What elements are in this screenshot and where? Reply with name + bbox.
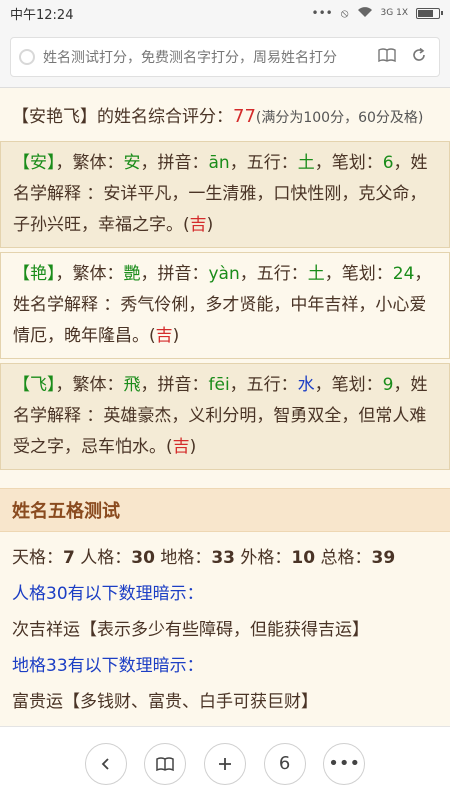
char-pinyin: fēi — [208, 375, 230, 395]
back-icon — [101, 757, 109, 770]
label-wuxing: ，五行： — [239, 264, 308, 284]
page-content: 【安艳飞】的姓名综合评分：77(满分为100分，60分及格) 【安】，繁体：安，… — [0, 88, 450, 726]
status-icons: ••• ⦸ 3G 1X — [311, 5, 443, 21]
address-bar: 姓名测试打分，免费测名字打分，周易姓名打分 — [0, 26, 450, 88]
char-ji: 吉 — [155, 326, 173, 346]
label-wuxing: ，五行： — [229, 375, 298, 395]
ji-open: ( — [166, 437, 173, 457]
char-card-1: 【安】，繁体：安，拼音：ān，五行：土，笔划：6，姓名学解释 ：安详平凡，一生清… — [0, 141, 450, 248]
bookmarks-button[interactable] — [144, 742, 187, 785]
wuge-section: 天格：7 人格：30 地格：33 外格：10 总格：39 人格30有以下数理暗示… — [0, 532, 450, 726]
char-name: 【艳】 — [13, 264, 56, 284]
char-wuxing: 水 — [297, 375, 315, 395]
label-bihua: ，笔划： — [314, 375, 383, 395]
char-card-3: 【飞】，繁体：飛，拼音：fēi，五行：水，笔划：9，姓名学解释 ：英雄豪杰，义利… — [0, 363, 450, 470]
ji-open: ( — [183, 215, 190, 235]
ji-close: ) — [172, 326, 180, 346]
score-note: (满分为100分，60分及格) — [255, 110, 424, 126]
wifi-icon — [357, 6, 373, 21]
new-tab-button[interactable] — [203, 742, 246, 785]
char-fanti: 飛 — [123, 375, 141, 395]
network-label: 3G 1X — [380, 8, 408, 18]
battery-icon — [416, 7, 443, 19]
ren-text: 次吉祥运【表示多少有些障碍，但能获得吉运】 — [12, 620, 369, 640]
label-pinyin: ，拼音： — [140, 264, 209, 284]
more-button[interactable]: ••• — [323, 742, 366, 785]
status-bar: 中午12:24 ••• ⦸ 3G 1X — [0, 0, 450, 26]
label-bihua: ，笔划： — [314, 153, 383, 173]
url-title[interactable]: 姓名测试打分，免费测名字打分，周易姓名打分 — [43, 47, 367, 67]
label-wuxing: ，五行： — [229, 153, 298, 173]
ji-close: ) — [206, 215, 214, 235]
bottom-toolbar: 6 ••• — [0, 726, 450, 800]
dots-icon: ••• — [311, 6, 333, 20]
more-icon: ••• — [328, 753, 361, 774]
wai-label: 外格： — [240, 548, 292, 568]
di-value: 33 — [211, 548, 235, 568]
char-bihua: 24 — [392, 264, 415, 284]
char-pinyin: ān — [208, 153, 230, 173]
di-text: 富贵运【多钱财、富贵、白手可获巨财】 — [12, 692, 318, 712]
char-name: 【飞】 — [13, 375, 56, 395]
char-ji: 吉 — [189, 215, 207, 235]
wuge-numbers: 天格：7 人格：30 地格：33 外格：10 总格：39 — [12, 540, 438, 576]
book-icon — [156, 756, 175, 771]
char-name: 【安】 — [13, 153, 56, 173]
zong-label: 总格： — [320, 548, 372, 568]
wai-value: 10 — [291, 548, 316, 568]
di-hint: 地格33有以下数理暗示： — [12, 656, 204, 676]
tabs-count: 6 — [278, 753, 291, 774]
status-time: 中午12:24 — [10, 7, 74, 23]
ji-open: ( — [149, 326, 156, 346]
mute-icon: ⦸ — [340, 5, 349, 20]
ren-hint: 人格30有以下数理暗示： — [12, 584, 204, 604]
char-bihua: 9 — [382, 375, 394, 395]
char-fanti: 安 — [123, 153, 141, 173]
char-bihua: 6 — [382, 153, 394, 173]
char-pinyin: yàn — [208, 264, 240, 284]
tian-label: 天格： — [12, 548, 63, 568]
label-pinyin: ，拼音： — [140, 375, 209, 395]
label-fanti: ，繁体： — [55, 153, 124, 173]
char-fanti: 艷 — [123, 264, 141, 284]
refresh-icon[interactable] — [407, 47, 431, 67]
char-card-2: 【艳】，繁体：艷，拼音：yàn，五行：土，笔划：24，姓名学解释 ：秀气伶俐，多… — [0, 252, 450, 359]
score-summary: 【安艳飞】的姓名综合评分：77(满分为100分，60分及格) — [0, 88, 450, 141]
ren-label: 人格： — [80, 548, 132, 568]
summary-text: 的姓名综合评分： — [97, 107, 233, 127]
label-bihua: ，笔划： — [324, 264, 393, 284]
back-button[interactable] — [84, 742, 127, 785]
char-wuxing: 土 — [307, 264, 325, 284]
char-ji: 吉 — [172, 437, 190, 457]
label-pinyin: ，拼音： — [140, 153, 209, 173]
wuge-section-title: 姓名五格测试 — [0, 488, 450, 532]
site-icon — [19, 48, 35, 65]
full-name: 【安艳飞】 — [12, 107, 97, 127]
tian-value: 7 — [63, 548, 75, 568]
di-label: 地格： — [160, 548, 212, 568]
label-fanti: ，繁体： — [55, 264, 124, 284]
label-fanti: ，繁体： — [55, 375, 124, 395]
url-box[interactable]: 姓名测试打分，免费测名字打分，周易姓名打分 — [10, 36, 440, 77]
zong-value: 39 — [371, 548, 396, 568]
plus-icon — [218, 757, 231, 770]
ren-value: 30 — [131, 548, 155, 568]
ji-close: ) — [189, 437, 197, 457]
tabs-button[interactable]: 6 — [263, 742, 306, 785]
char-wuxing: 土 — [297, 153, 315, 173]
score-value: 77 — [233, 106, 256, 127]
reader-mode-icon[interactable] — [375, 47, 399, 66]
